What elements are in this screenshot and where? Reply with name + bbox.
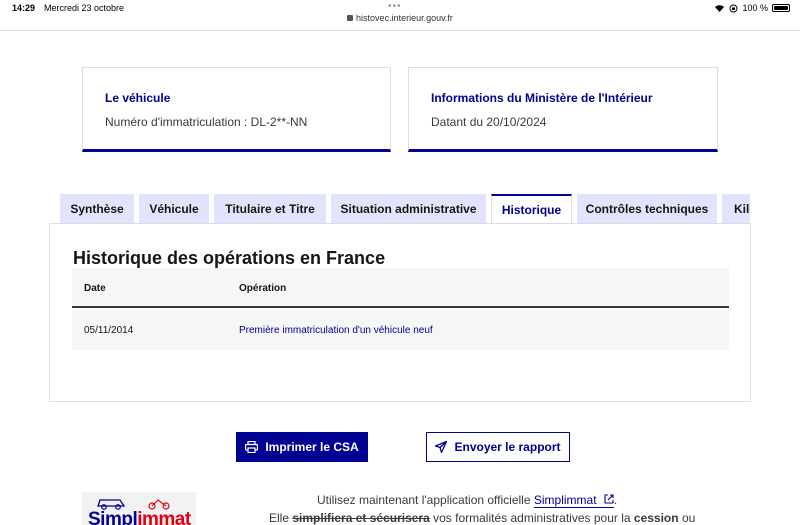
send-report-label: Envoyer le rapport [454, 440, 561, 454]
tab-historique[interactable]: Historique [491, 194, 572, 224]
tab-controles-techniques[interactable]: Contrôles techniques [577, 194, 717, 224]
simplimmat-logo-text: Simplimmat [88, 509, 191, 525]
status-indicators: 100 % [714, 3, 790, 13]
promo-line-2: Elle simplifiera et sécurisera vos forma… [269, 511, 696, 525]
ministry-info-card: Informations du Ministère de l'Intérieur… [408, 67, 718, 152]
ministry-info-date: Datant du 20/10/2024 [431, 115, 547, 129]
print-csa-label: Imprimer le CSA [265, 440, 359, 454]
tab-kilometrage[interactable]: Kilo [722, 194, 750, 224]
divider [0, 30, 800, 31]
column-date: Date [84, 283, 106, 294]
print-csa-button[interactable]: Imprimer le CSA [236, 432, 368, 462]
tab-vehicule[interactable]: Véhicule [139, 194, 209, 224]
external-link-icon [604, 494, 614, 504]
more-dots-icon[interactable]: ••• [388, 1, 402, 12]
tab-synthese[interactable]: Synthèse [60, 194, 134, 224]
row-operation-link[interactable]: Première immatriculation d'un véhicule n… [239, 325, 433, 336]
column-operation: Opération [239, 283, 287, 294]
table-row: 05/11/2014 Première immatriculation d'un… [72, 310, 729, 350]
simplimmat-logo[interactable]: Simplimmat [82, 492, 196, 525]
status-date: Mercredi 23 octobre [44, 3, 125, 13]
send-report-button[interactable]: Envoyer le rapport [426, 432, 570, 462]
table-header: Date Opération [72, 268, 729, 308]
row-date: 05/11/2014 [84, 325, 134, 336]
tab-situation-administrative[interactable]: Situation administrative [331, 194, 486, 224]
ministry-info-title: Informations du Ministère de l'Intérieur [431, 91, 653, 105]
tab-bar: Synthèse Véhicule Titulaire et Titre Sit… [60, 194, 750, 224]
wifi-icon [715, 5, 725, 12]
url-text: histovec.interieur.gouv.fr [356, 13, 453, 23]
orientation-lock-icon [729, 4, 738, 12]
lock-icon [347, 15, 354, 21]
address-bar[interactable]: histovec.interieur.gouv.fr [0, 13, 800, 23]
send-icon [435, 441, 448, 453]
tab-titulaire-titre[interactable]: Titulaire et Titre [214, 194, 326, 224]
status-time: 14:29 [12, 3, 36, 13]
history-title: Historique des opérations en France [73, 248, 386, 268]
battery-percent: 100 % [742, 3, 768, 13]
promo-line-1: Utilisez maintenant l'application offici… [317, 493, 618, 508]
simplimmat-link[interactable]: Simplimmat [533, 493, 614, 508]
printer-icon [245, 441, 259, 453]
history-panel: Historique des opérations en France Date… [49, 223, 751, 402]
plate-number-text: Numéro d'immatriculation : DL-2**-NN [105, 115, 308, 129]
vehicle-card: Le véhicule Numéro d'immatriculation : D… [82, 67, 391, 152]
battery-icon [772, 4, 790, 12]
vehicle-card-title: Le véhicule [105, 91, 171, 105]
car-moto-icon [97, 499, 170, 510]
